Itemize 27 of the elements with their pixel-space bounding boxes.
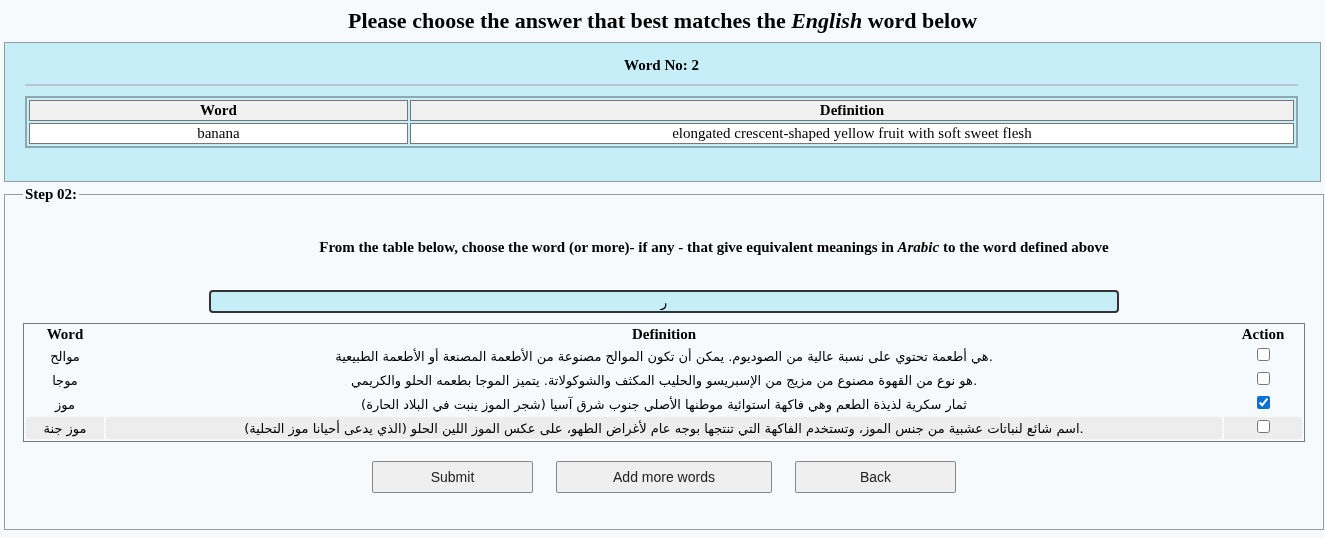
instruction-text: From the table below, choose the word (or more)- if any - that give equivalent meanings in Arabic to the word defined above [319,239,1109,256]
column-header: Definition [630,326,698,343]
table-cell: banana [29,123,408,144]
word-number: Word No: 2 [624,57,699,74]
select-checkbox[interactable] [1256,420,1270,433]
column-header: Definition [409,100,1294,121]
definition-cell-text: ثمار سكرية لذيذة الطعم وهي فاكهة استوائية موطنها الأصلي جنوب شرق آسيا (شجر الموز ينبت في البلاد الحارة) [360,395,968,415]
select-checkbox[interactable] [1256,348,1270,361]
back-button[interactable]: Back [795,461,956,493]
column-header: Action [1240,326,1286,343]
add-words-button[interactable]: Add more words [556,461,772,493]
word-cell: موز جنة [26,417,104,439]
submit-button[interactable]: Submit [372,461,533,493]
definition-cell-text: هي أطعمة تحتوي على نسبة عالية من الصوديوم. يمكن أن تكون الموالح مصنوعة من الأطعمة المصنعة أو الأطعمة الطبيعية. [334,347,994,367]
select-checkbox[interactable] [1256,396,1270,409]
select-checkbox[interactable] [1256,372,1270,385]
word-cell-text: موز [53,395,76,415]
page-title: Please choose the answer that best matches the English word below [348,8,977,34]
column-header: Word [45,326,85,343]
answer-field[interactable]: ر [209,290,1119,313]
step-legend: Step 02: [23,186,80,203]
definition-cell-text: هو نوع من القهوة مصنوع من مزيج من الإسبريسو والحليب المكثف والشوكولاتة. يتميز الموجا بطعمه الحلو والكريمي. [349,371,979,391]
word-cell-text: موالح [49,347,81,367]
table-cell: elongated crescent-shaped yellow fruit with soft sweet flesh [409,123,1294,144]
word-cell-text: موجا [51,371,79,391]
definition-cell: اسم شائع لنباتات عشبية من جنس الموز، وتستخدم الفاكهة التي تنتجها بوجه عام لأغراض الطهو، على عكس الموز اللين الحلو (الذي يدعى أحيانا موز التحلية). [106,417,1222,439]
column-header: Word [29,100,408,121]
